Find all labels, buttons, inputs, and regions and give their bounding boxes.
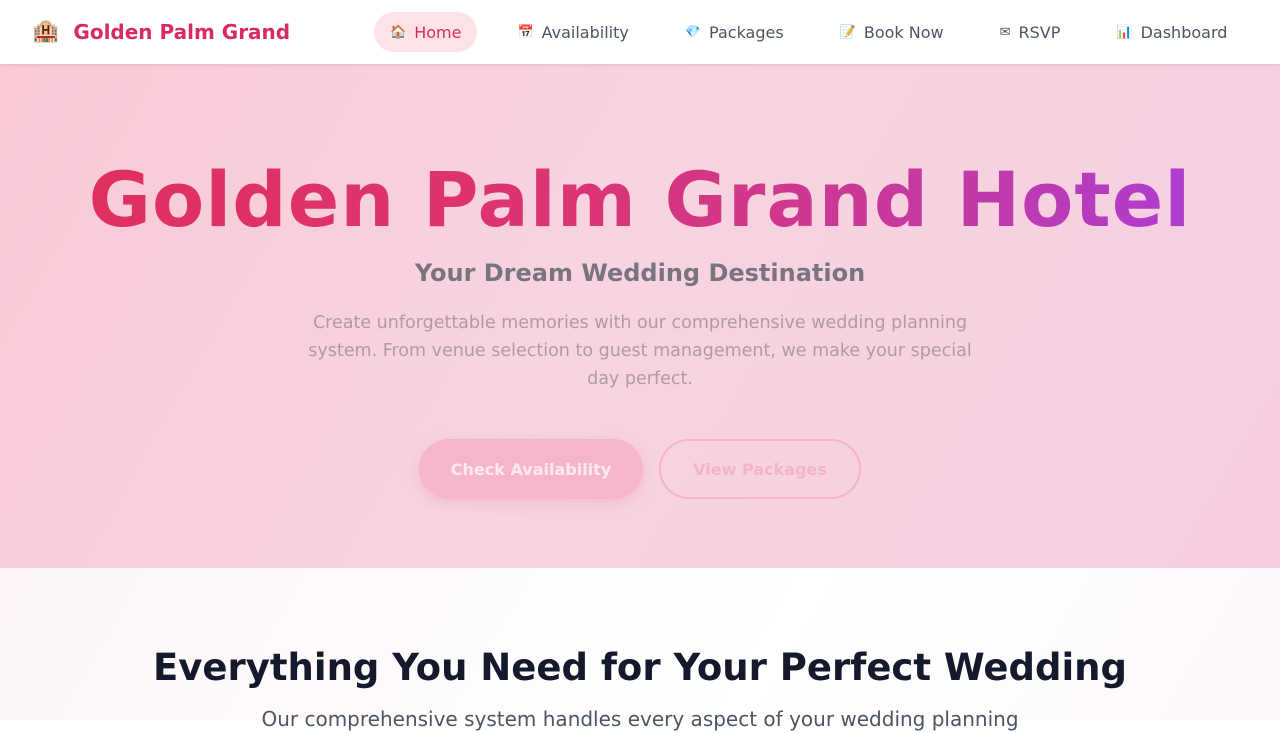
envelope-icon: ✉ (999, 24, 1011, 40)
nav-item-label: Dashboard (1140, 22, 1228, 42)
top-navbar: 🏨 Golden Palm Grand 🏠 Home 📅 Availabilit… (0, 0, 1280, 64)
nav-item-label: Home (414, 22, 462, 42)
nav-links: 🏠 Home 📅 Availability 💎 Packages 📝 Book … (374, 12, 1243, 52)
features-section: Everything You Need for Your Perfect Wed… (0, 568, 1280, 731)
check-availability-button[interactable]: Check Availability (419, 439, 643, 499)
nav-item-packages[interactable]: 💎 Packages (669, 12, 800, 52)
nav-item-dashboard[interactable]: 📊 Dashboard (1100, 12, 1243, 52)
hero-title: Golden Palm Grand Hotel (0, 156, 1280, 244)
hotel-icon: 🏨 (32, 19, 60, 44)
features-title: Everything You Need for Your Perfect Wed… (153, 646, 1127, 689)
nav-item-home[interactable]: 🏠 Home (374, 12, 478, 52)
view-packages-button[interactable]: View Packages (659, 439, 861, 499)
hero-subtitle: Your Dream Wedding Destination (414, 259, 866, 287)
home-icon: 🏠 (390, 24, 407, 40)
nav-item-rsvp[interactable]: ✉ RSVP (984, 12, 1077, 52)
nav-item-label: Availability (541, 22, 629, 42)
brand-name: Golden Palm Grand (73, 20, 291, 44)
gem-icon: 💎 (684, 24, 702, 40)
brand-logo[interactable]: 🏨 Golden Palm Grand (32, 17, 290, 47)
nav-item-book-now[interactable]: 📝 Book Now (824, 12, 960, 52)
hero-section: Golden Palm Grand Hotel Your Dream Weddi… (0, 64, 1280, 568)
memo-icon: 📝 (839, 24, 856, 40)
nav-item-label: RSVP (1018, 22, 1061, 42)
bar-chart-icon: 📊 (1116, 24, 1133, 40)
nav-item-label: Packages (709, 22, 784, 42)
hero-description: Create unforgettable memories with our c… (308, 313, 972, 389)
calendar-icon: 📅 (517, 24, 534, 40)
nav-item-label: Book Now (863, 22, 944, 42)
nav-item-availability[interactable]: 📅 Availability (501, 12, 644, 52)
hero-buttons: Check Availability View Packages (0, 439, 1280, 499)
features-subtitle: Our comprehensive system handles every a… (261, 707, 1019, 731)
